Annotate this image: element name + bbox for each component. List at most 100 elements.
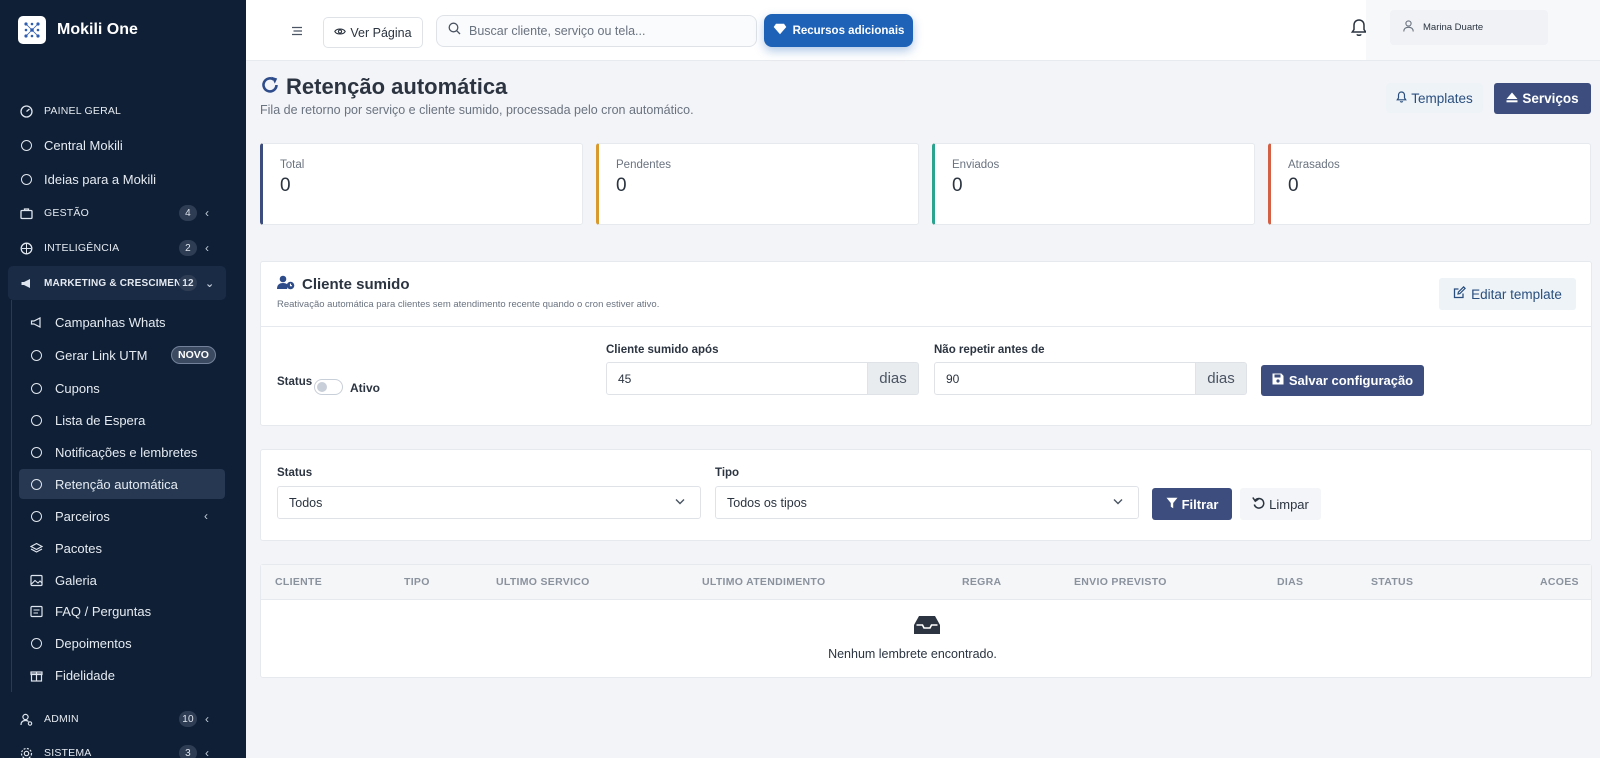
stat-value: 0 [952, 175, 963, 196]
stat-value: 0 [616, 175, 627, 196]
column-header[interactable]: STATUS [1371, 576, 1413, 588]
sidebar: Mokili One PAINEL GERAL Central Mokili I… [0, 0, 246, 758]
sidebar-item-label: Parceiros [55, 508, 110, 524]
status-filter-label: Status [277, 467, 313, 479]
user-menu[interactable]: Marina Duarte [1390, 10, 1548, 45]
search-input[interactable] [469, 24, 739, 38]
brand[interactable]: Mokili One [18, 16, 138, 44]
sidebar-item-painel-geral[interactable]: PAINEL GERAL [8, 95, 226, 127]
salvar-configuracao-button[interactable]: Salvar configuração [1261, 365, 1424, 396]
column-header[interactable]: ACOES [1540, 576, 1579, 588]
megaphone-icon [19, 276, 33, 290]
sidebar-item-depoimentos[interactable]: Depoimentos [19, 628, 225, 658]
tipo-select[interactable]: Todos os tipos [715, 486, 1139, 519]
nao-repetir-input[interactable] [934, 362, 1196, 395]
servicos-label: Serviços [1522, 91, 1579, 106]
stat-label: Total [280, 159, 305, 171]
column-header[interactable]: CLIENTE [275, 576, 322, 588]
column-header[interactable]: DIAS [1277, 576, 1303, 588]
sidebar-item-parceiros[interactable]: Parceiros ‹ [19, 501, 225, 531]
topbar: Ver Página Recursos adicionais Marina Du… [246, 0, 1600, 61]
count-badge: 3 [179, 745, 197, 758]
sidebar-item-pacotes[interactable]: Pacotes [19, 533, 225, 563]
sidebar-item-marketing[interactable]: MARKETING & CRESCIMENTO 12 ⌄ [8, 266, 226, 300]
column-header[interactable]: TIPO [404, 576, 430, 588]
circle-icon [30, 510, 43, 523]
status-select[interactable]: Todos [277, 486, 701, 519]
sidebar-item-admin[interactable]: ADMIN 10 ‹ [8, 703, 226, 735]
status-select-value: Todos [289, 495, 323, 510]
eye-icon [334, 27, 347, 39]
stat-value: 0 [280, 175, 291, 196]
sidebar-item-central-mokili[interactable]: Central Mokili [8, 129, 226, 161]
editar-template-label: Editar template [1471, 286, 1562, 302]
faq-icon [30, 605, 43, 618]
column-header[interactable]: ULTIMO SERVICO [496, 576, 590, 588]
sidebar-item-gerar-link-utm[interactable]: Gerar Link UTM NOVO [19, 340, 225, 370]
status-value: Ativo [350, 381, 380, 395]
stat-label: Atrasados [1288, 159, 1340, 171]
filter-icon [1166, 497, 1178, 512]
cliente-sumido-apos-input[interactable] [606, 362, 868, 395]
gift-icon [30, 669, 43, 682]
stat-value: 0 [1288, 175, 1299, 196]
sidebar-item-label: PAINEL GERAL [44, 105, 122, 117]
stat-card-atrasados: Atrasados 0 [1268, 143, 1591, 225]
sidebar-item-label: GESTÃO [44, 207, 89, 219]
sidebar-item-inteligencia[interactable]: INTELIGÊNCIA 2 ‹ [8, 232, 226, 264]
column-header[interactable]: ULTIMO ATENDIMENTO [702, 576, 825, 588]
stat-label: Pendentes [616, 159, 671, 171]
inbox-icon [913, 615, 941, 640]
nao-repetir-label: Não repetir antes de [934, 344, 1045, 356]
templates-button[interactable]: Templates [1386, 83, 1483, 113]
edit-icon [1453, 286, 1467, 302]
recursos-label: Recursos adicionais [792, 24, 905, 37]
sidebar-item-retencao-automatica[interactable]: Retenção automática [19, 469, 225, 499]
filtrar-button[interactable]: Filtrar [1152, 488, 1232, 520]
menu-toggle-icon[interactable] [291, 23, 303, 39]
search-icon [448, 22, 461, 40]
limpar-button[interactable]: Limpar [1240, 488, 1321, 520]
chevron-left-icon: ‹ [205, 712, 210, 726]
chevron-left-icon: ‹ [205, 241, 210, 255]
sidebar-item-label: Ideias para a Mokili [44, 171, 156, 187]
column-header[interactable]: REGRA [962, 576, 1001, 588]
search-box[interactable] [436, 15, 757, 47]
card-title: Cliente sumido [277, 275, 410, 294]
sidebar-item-campanhas-whats[interactable]: Campanhas Whats [19, 307, 225, 337]
servicos-button[interactable]: Serviços [1494, 83, 1591, 114]
sidebar-item-sistema[interactable]: SISTEMA 3 ‹ [8, 737, 226, 758]
status-toggle[interactable] [314, 379, 343, 395]
chevron-left-icon: ‹ [205, 746, 210, 758]
user-cog-icon [19, 712, 33, 726]
sidebar-item-faq[interactable]: FAQ / Perguntas [19, 596, 225, 626]
recursos-adicionais-button[interactable]: Recursos adicionais [764, 14, 913, 47]
sidebar-item-label: Depoimentos [55, 635, 132, 651]
refresh-icon [260, 75, 280, 100]
diamond-icon [773, 23, 787, 38]
gear-icon [19, 746, 33, 758]
sidebar-item-lista-de-espera[interactable]: Lista de Espera [19, 405, 225, 435]
count-badge: 4 [179, 205, 197, 221]
brand-name: Mokili One [57, 21, 138, 38]
sidebar-item-notificacoes[interactable]: Notificações e lembretes [19, 437, 225, 467]
cliente-sumido-card: Cliente sumido Reativação automática par… [260, 261, 1592, 426]
circle-icon [30, 637, 43, 650]
card-description: Reativação automática para clientes sem … [277, 299, 660, 310]
chevron-down-icon: ⌄ [205, 277, 215, 290]
editar-template-button[interactable]: Editar template [1439, 278, 1576, 310]
column-header[interactable]: ENVIO PREVISTO [1074, 576, 1167, 588]
sidebar-item-label: Cupons [55, 380, 100, 396]
page-header: Retenção automática [260, 74, 507, 100]
sidebar-item-galeria[interactable]: Galeria [19, 565, 225, 595]
ver-pagina-button[interactable]: Ver Página [323, 17, 423, 48]
user-name: Marina Duarte [1423, 22, 1484, 33]
sidebar-item-fidelidade[interactable]: Fidelidade [19, 660, 225, 690]
sidebar-item-gestao[interactable]: GESTÃO 4 ‹ [8, 197, 226, 229]
sidebar-item-label: Lista de Espera [55, 412, 146, 428]
new-badge: NOVO [171, 346, 216, 364]
stat-label: Enviados [952, 159, 1000, 171]
count-badge: 10 [179, 711, 197, 727]
sidebar-item-cupons[interactable]: Cupons [19, 373, 225, 403]
sidebar-item-ideias[interactable]: Ideias para a Mokili [8, 163, 226, 195]
